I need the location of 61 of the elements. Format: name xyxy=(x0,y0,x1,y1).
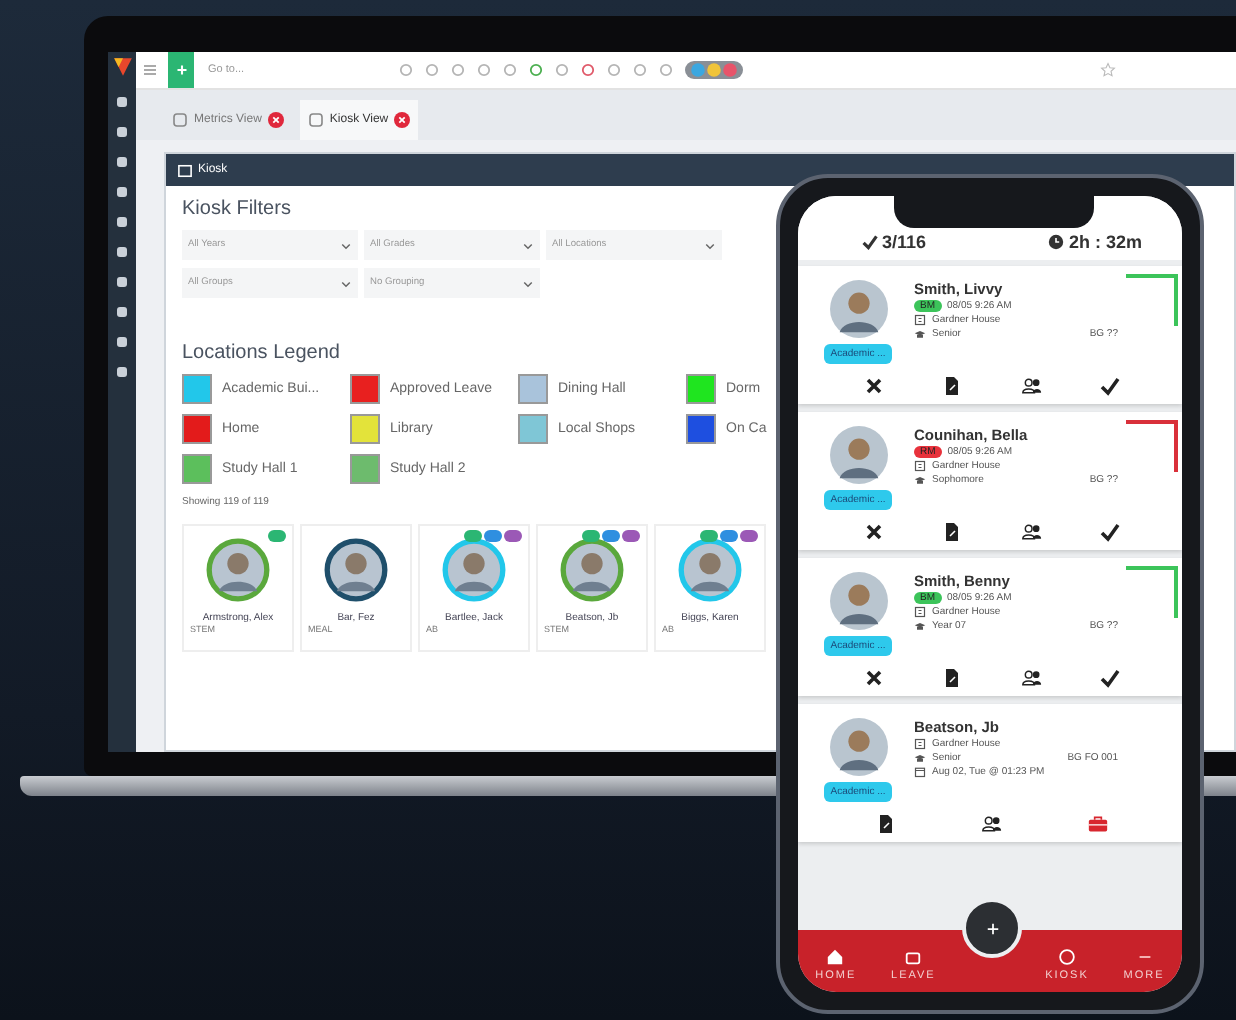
add-button[interactable] xyxy=(962,898,1022,958)
sidebar-icon[interactable] xyxy=(116,306,128,318)
document-icon[interactable] xyxy=(876,814,897,834)
check-icon[interactable] xyxy=(1100,522,1121,542)
chevron-down-icon xyxy=(522,277,534,289)
chevron-down-icon xyxy=(340,277,352,289)
tab-icon xyxy=(172,112,188,128)
clock-icon xyxy=(1048,234,1065,250)
cap-icon xyxy=(914,474,926,486)
tab-icon xyxy=(307,112,324,128)
plus-icon xyxy=(175,64,187,76)
close-icon[interactable] xyxy=(863,668,884,688)
sidebar-icon[interactable] xyxy=(116,96,128,108)
document-icon[interactable] xyxy=(942,376,963,396)
cap-icon xyxy=(914,620,926,632)
sidebar-icon[interactable] xyxy=(116,246,128,258)
building-icon xyxy=(914,314,926,326)
cap-icon xyxy=(914,328,926,340)
chevron-down-icon xyxy=(704,239,716,251)
timer: 2h : 32m xyxy=(1068,232,1142,252)
section-title: Kiosk Filters xyxy=(182,198,291,220)
sidebar-icon[interactable] xyxy=(116,276,128,288)
status-pills-icon[interactable] xyxy=(684,60,744,80)
check-icon xyxy=(862,234,878,250)
check-icon[interactable] xyxy=(1100,376,1121,396)
chevron-down-icon xyxy=(340,239,352,251)
close-icon[interactable] xyxy=(863,376,884,396)
document-icon[interactable] xyxy=(942,522,963,542)
building-icon xyxy=(914,606,926,618)
sidebar-icon[interactable] xyxy=(116,336,128,348)
people-icon[interactable] xyxy=(981,814,1002,834)
avatar xyxy=(829,280,887,338)
avatar xyxy=(829,572,887,630)
people-icon[interactable] xyxy=(1021,376,1042,396)
kiosk-icon xyxy=(178,163,192,177)
sidebar-icon[interactable] xyxy=(116,156,128,168)
calendar-icon xyxy=(914,766,926,778)
plus-icon xyxy=(985,921,999,935)
globe-icon xyxy=(1057,947,1076,965)
sidebar-icon[interactable] xyxy=(116,366,128,378)
sidebar-icon[interactable] xyxy=(116,126,128,138)
sidebar-icon[interactable] xyxy=(116,216,128,228)
people-icon[interactable] xyxy=(1021,668,1042,688)
briefcase-icon[interactable] xyxy=(1087,814,1108,834)
avatar xyxy=(829,426,887,484)
progress-count: 3/116 xyxy=(882,232,927,252)
logo-icon xyxy=(111,56,133,78)
people-icon[interactable] xyxy=(1021,522,1042,542)
check-icon[interactable] xyxy=(1100,668,1121,688)
section-title: Locations Legend xyxy=(182,342,340,364)
cap-icon xyxy=(914,752,926,764)
star-icon[interactable] xyxy=(1100,62,1116,78)
building-icon xyxy=(914,738,926,750)
home-icon xyxy=(826,947,845,965)
document-icon[interactable] xyxy=(942,668,963,688)
building-icon xyxy=(914,460,926,472)
chevron-down-icon xyxy=(522,239,534,251)
close-icon[interactable] xyxy=(863,522,884,542)
sidebar-icon[interactable] xyxy=(116,186,128,198)
bag-icon xyxy=(904,947,923,965)
avatar xyxy=(829,718,887,776)
